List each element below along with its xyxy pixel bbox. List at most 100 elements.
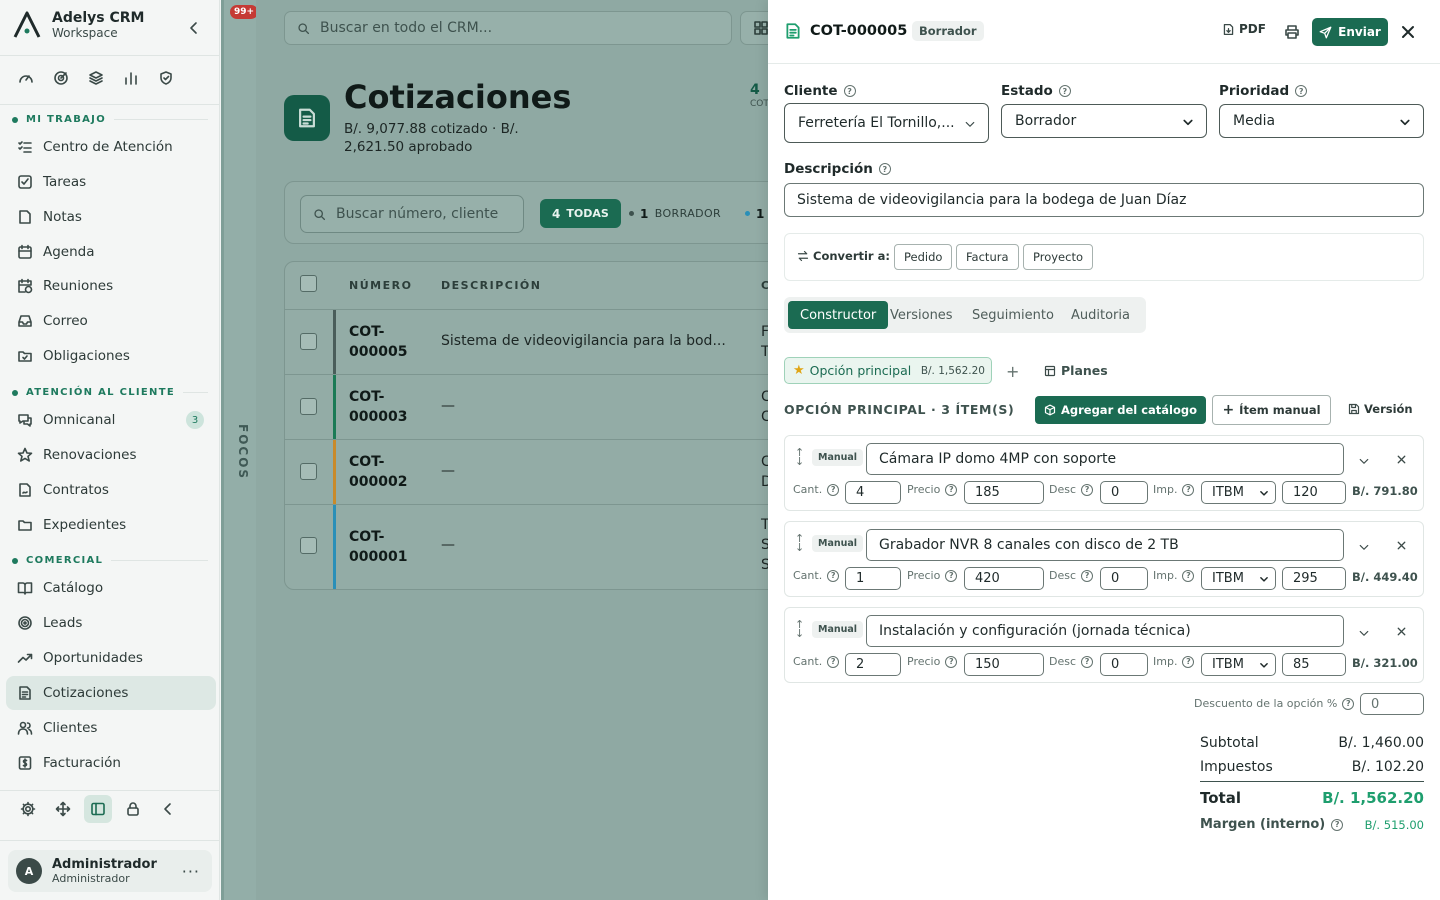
- global-search-input[interactable]: Buscar en todo el CRM...: [284, 11, 732, 45]
- priority-select[interactable]: Media: [1219, 104, 1424, 138]
- sidebar-item-leads[interactable]: Leads: [6, 606, 216, 640]
- settings-gear-icon[interactable]: [20, 801, 36, 817]
- state-select[interactable]: Borrador: [1001, 104, 1207, 138]
- filter-chip-next[interactable]: 1: [745, 199, 765, 228]
- row-checkbox[interactable]: [300, 463, 317, 480]
- cost-input[interactable]: 295: [1282, 567, 1346, 590]
- row-checkbox[interactable]: [300, 398, 317, 415]
- brand[interactable]: Adelys CRM Workspace: [12, 10, 144, 40]
- table-row[interactable]: COT-000001 — TSS: [285, 505, 768, 589]
- book-icon: [17, 582, 33, 595]
- remove-item-icon[interactable]: [1395, 539, 1408, 552]
- sidebar-item-contratos[interactable]: Contratos: [6, 473, 216, 507]
- drag-sort-icon[interactable]: ↑ ↓: [795, 447, 804, 467]
- sidebar-item-expedientes[interactable]: Expedientes: [6, 508, 216, 542]
- move-arrows-icon[interactable]: [55, 801, 71, 817]
- qty-input[interactable]: 4: [845, 481, 901, 504]
- collapse-sidebar-button[interactable]: [186, 20, 202, 36]
- sidebar-item-centro-atencion[interactable]: Centro de Atención: [6, 130, 216, 164]
- sidebar-item-omnicanal[interactable]: Omnicanal 3: [6, 403, 216, 437]
- select-all-checkbox[interactable]: [300, 275, 317, 292]
- focos-panel-toggle[interactable]: 99+ FOCOS: [221, 0, 259, 900]
- apps-grid-button[interactable]: [740, 11, 768, 45]
- add-manual-item-button[interactable]: + Ítem manual: [1212, 395, 1331, 425]
- sidebar-item-tareas[interactable]: Tareas: [6, 165, 216, 199]
- tab-auditoria[interactable]: Auditoria: [1059, 301, 1142, 329]
- layers-icon[interactable]: [88, 70, 104, 86]
- qty-input[interactable]: 2: [845, 653, 901, 676]
- discount-input[interactable]: 0: [1100, 567, 1148, 590]
- panel-toggle-button[interactable]: [84, 795, 112, 823]
- add-from-catalog-button[interactable]: Agregar del catálogo: [1035, 396, 1206, 424]
- table-row[interactable]: COT-000003 — CC: [285, 375, 768, 440]
- table-row[interactable]: COT- 000005 Sistema de videovigilancia pa…: [285, 310, 768, 375]
- discount-input[interactable]: 0: [1100, 481, 1148, 504]
- pdf-button[interactable]: PDF: [1222, 22, 1266, 36]
- price-input[interactable]: 185: [964, 481, 1044, 504]
- item-name-input[interactable]: Cámara IP domo 4MP con soporte: [866, 443, 1344, 475]
- discount-input[interactable]: 0: [1100, 653, 1148, 676]
- row-checkbox[interactable]: [300, 537, 317, 554]
- more-options-icon[interactable]: ···: [182, 862, 200, 881]
- item-name-input[interactable]: Instalación y configuración (jornada téc…: [866, 615, 1344, 647]
- column-client[interactable]: C: [761, 279, 768, 292]
- item-name-input[interactable]: Grabador NVR 8 canales con disco de 2 TB: [866, 529, 1344, 561]
- qty-input[interactable]: 1: [845, 567, 901, 590]
- row-checkbox[interactable]: [300, 333, 317, 350]
- gauge-icon[interactable]: [18, 70, 34, 86]
- sidebar-item-catalogo[interactable]: Catálogo: [6, 571, 216, 605]
- option-discount-input[interactable]: 0: [1360, 693, 1424, 715]
- send-button[interactable]: Enviar: [1312, 18, 1388, 46]
- column-number[interactable]: NÚMERO: [349, 279, 412, 292]
- drag-sort-icon[interactable]: ↑ ↓: [795, 533, 804, 553]
- chevron-down-icon[interactable]: [1358, 627, 1370, 639]
- sidebar-item-cotizaciones[interactable]: Cotizaciones: [6, 676, 216, 710]
- chevron-left-icon[interactable]: [160, 801, 176, 817]
- drag-sort-icon[interactable]: ↑ ↓: [795, 619, 804, 639]
- add-option-button[interactable]: +: [1006, 362, 1019, 381]
- filter-chip-draft[interactable]: 1 BORRADOR: [629, 199, 721, 228]
- convert-to-factura-button[interactable]: Factura: [956, 244, 1019, 270]
- tab-seguimiento[interactable]: Seguimiento: [960, 301, 1066, 329]
- column-description[interactable]: DESCRIPCIÓN: [441, 279, 542, 292]
- remove-item-icon[interactable]: [1395, 453, 1408, 466]
- cost-input[interactable]: 85: [1282, 653, 1346, 676]
- filter-chip-all[interactable]: 4 TODAS: [540, 199, 621, 228]
- option-principal-chip[interactable]: ★ Opción principal B/. 1,562.20: [784, 357, 992, 384]
- price-input[interactable]: 150: [964, 653, 1044, 676]
- chevron-down-icon[interactable]: [1358, 541, 1370, 553]
- sidebar-item-facturacion[interactable]: Facturación: [6, 746, 216, 780]
- bar-chart-icon[interactable]: [123, 70, 139, 86]
- description-input[interactable]: Sistema de videovigilancia para la bodeg…: [784, 183, 1424, 217]
- convert-to-pedido-button[interactable]: Pedido: [894, 244, 953, 270]
- sidebar-item-renovaciones[interactable]: Renovaciones: [6, 438, 216, 472]
- quote-search-input[interactable]: Buscar número, cliente: [300, 195, 524, 233]
- client-select[interactable]: Ferretería El Tornillo,...: [784, 103, 989, 143]
- table-row[interactable]: COT-000002 — CD: [285, 440, 768, 505]
- tax-select[interactable]: ITBM: [1201, 653, 1276, 676]
- sidebar-item-reuniones[interactable]: Reuniones: [6, 269, 216, 303]
- user-card[interactable]: A Administrador Administrador ···: [8, 850, 212, 892]
- sidebar-item-oportunidades[interactable]: Oportunidades: [6, 641, 216, 675]
- tab-versiones[interactable]: Versiones: [878, 301, 965, 329]
- sidebar-item-obligaciones[interactable]: Obligaciones: [6, 339, 216, 373]
- tab-constructor[interactable]: Constructor: [788, 301, 889, 329]
- convert-to-proyecto-button[interactable]: Proyecto: [1023, 244, 1093, 270]
- cost-input[interactable]: 120: [1282, 481, 1346, 504]
- tax-select[interactable]: ITBM: [1201, 567, 1276, 590]
- focus-target-icon[interactable]: [53, 70, 69, 86]
- print-button[interactable]: [1284, 24, 1300, 40]
- save-version-button[interactable]: Versión: [1348, 402, 1413, 416]
- sidebar-item-correo[interactable]: Correo: [6, 304, 216, 338]
- chevron-down-icon[interactable]: [1358, 455, 1370, 467]
- price-input[interactable]: 420: [964, 567, 1044, 590]
- plans-button[interactable]: Planes: [1044, 363, 1108, 378]
- sidebar-item-agenda[interactable]: Agenda: [6, 235, 216, 269]
- shield-check-icon[interactable]: [158, 70, 174, 86]
- remove-item-icon[interactable]: [1395, 625, 1408, 638]
- lock-icon[interactable]: [125, 801, 141, 817]
- tax-select[interactable]: ITBM: [1201, 481, 1276, 504]
- close-drawer-button[interactable]: [1400, 24, 1416, 40]
- sidebar-item-notas[interactable]: Notas: [6, 200, 216, 234]
- sidebar-item-clientes[interactable]: Clientes: [6, 711, 216, 745]
